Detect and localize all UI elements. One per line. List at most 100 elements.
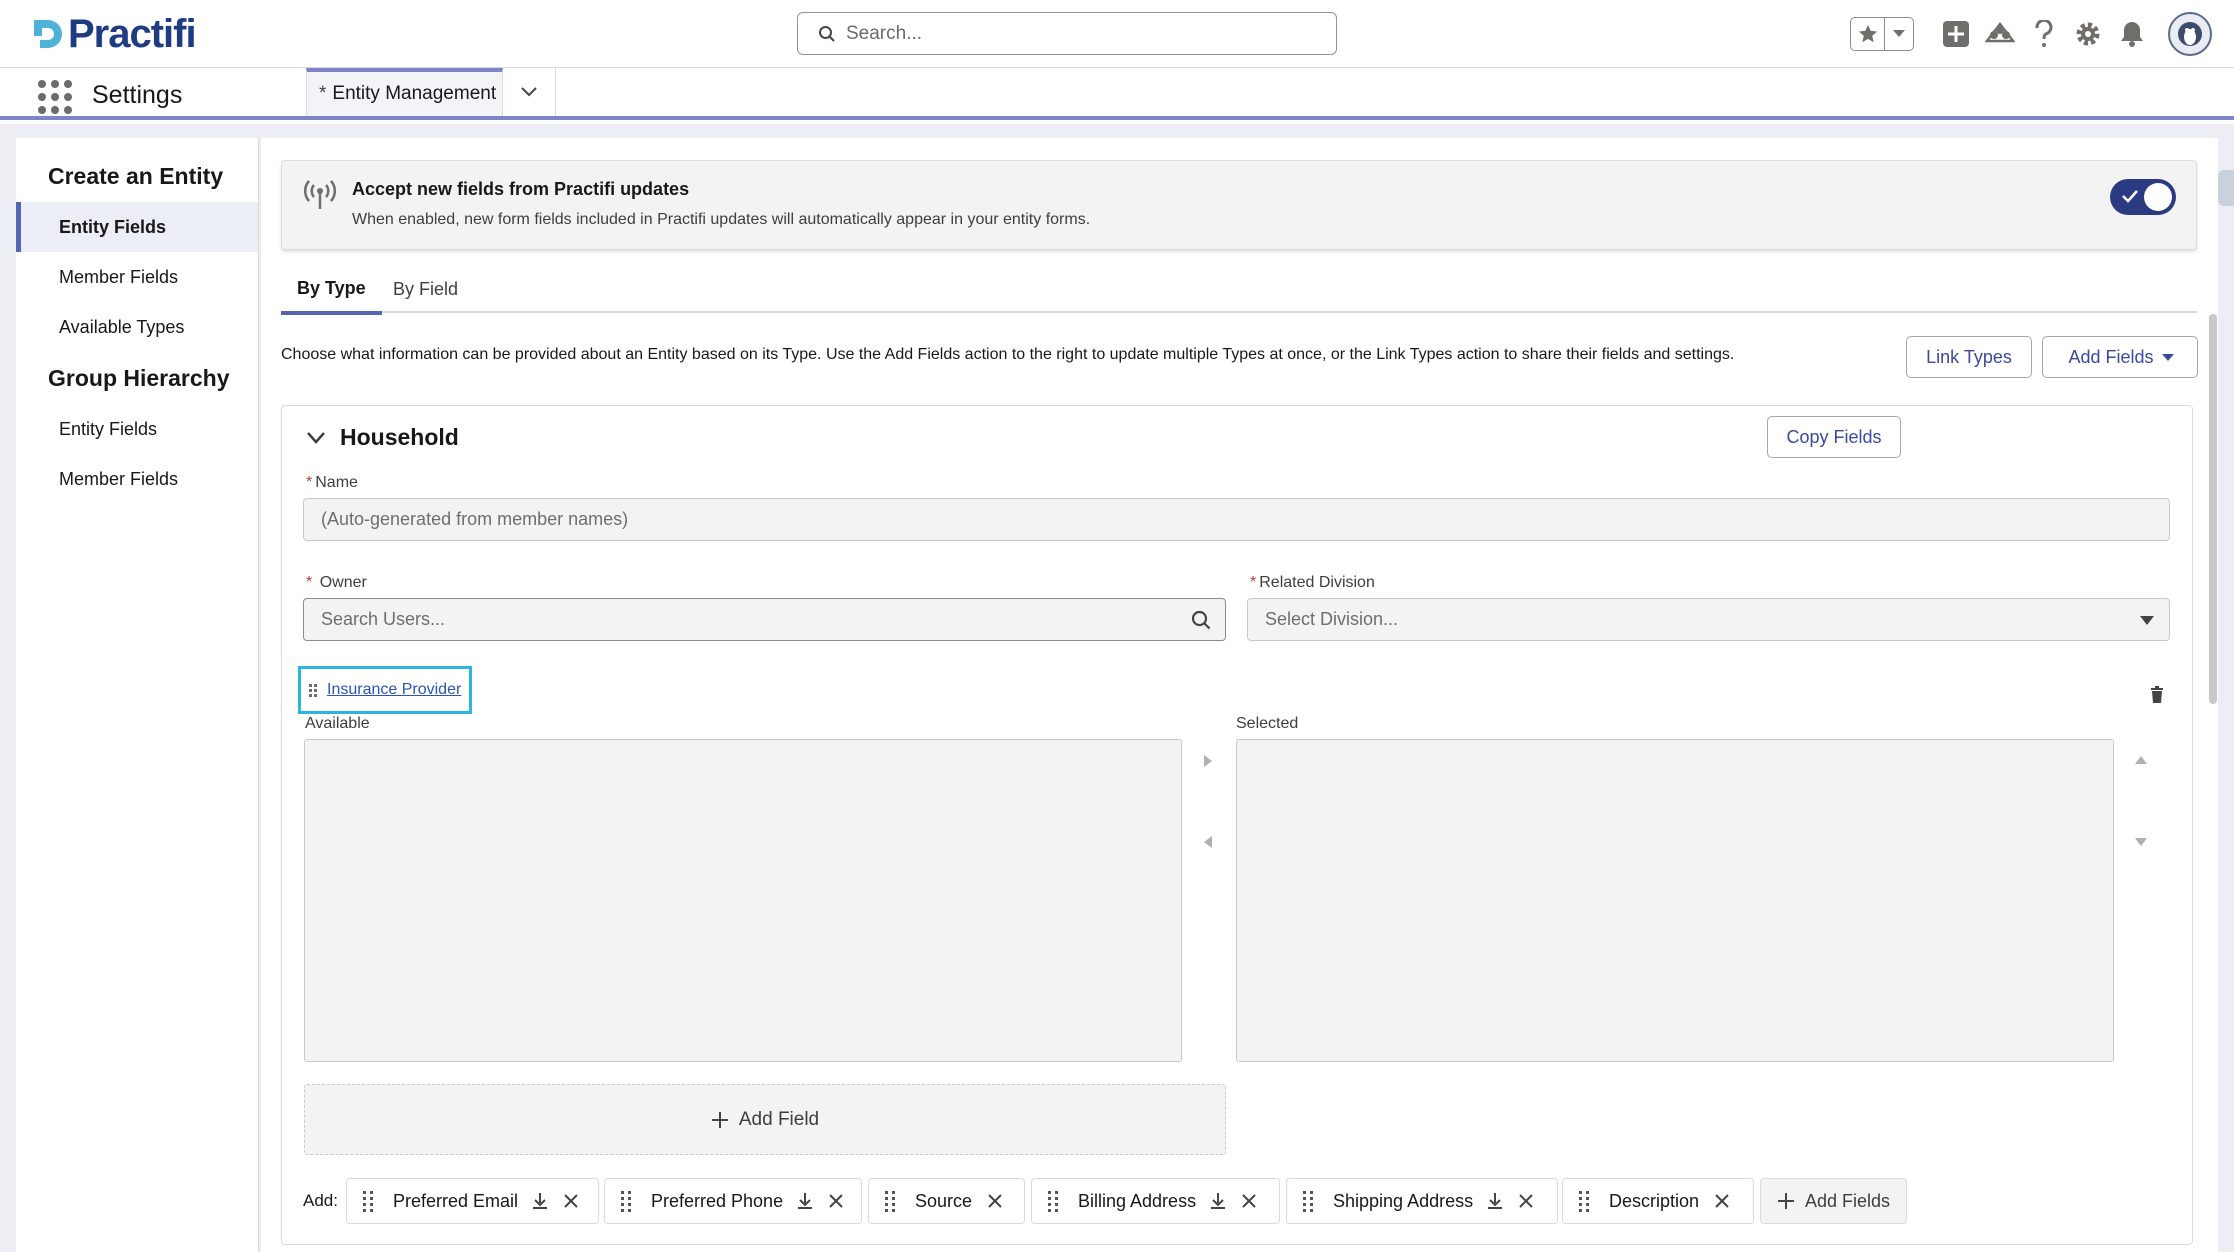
tab-by-field[interactable]: By Field <box>377 266 474 313</box>
chevron-down-icon <box>2140 616 2154 625</box>
bell-icon[interactable] <box>2116 18 2148 50</box>
help-icon[interactable] <box>2028 18 2060 50</box>
chip-preferred-phone[interactable]: Preferred Phone <box>604 1178 862 1224</box>
view-tabs: By Type By Field <box>281 266 2197 315</box>
add-field-label: Add Field <box>738 1108 820 1130</box>
chip-label: Add Fields <box>1805 1190 1891 1211</box>
search-icon <box>1191 610 1211 630</box>
download-icon[interactable] <box>532 1192 548 1210</box>
grip-icon[interactable] <box>309 683 319 697</box>
sidebar-item-available-types[interactable]: Available Types <box>16 302 258 352</box>
name-label: * Name <box>306 474 358 491</box>
global-header: Practifi <box>0 0 2234 68</box>
chip-label: Billing Address <box>1078 1190 1197 1211</box>
household-header[interactable]: Household <box>306 424 459 451</box>
chip-source[interactable]: Source <box>868 1178 1025 1224</box>
insurance-provider-field[interactable]: Insurance Provider <box>298 666 472 714</box>
chevron-down-icon <box>2162 354 2174 361</box>
side-panel-handle[interactable] <box>2218 170 2234 206</box>
insurance-provider-link[interactable]: Insurance Provider <box>327 681 461 699</box>
link-types-button[interactable]: Link Types <box>1906 336 2032 378</box>
available-label: Available <box>305 715 370 732</box>
move-up-icon[interactable] <box>2134 755 2148 765</box>
header-actions <box>1850 10 2212 58</box>
search-icon <box>819 25 835 42</box>
accept-updates-toggle[interactable] <box>2110 179 2176 215</box>
sidebar-section-group-hierarchy: Group Hierarchy <box>48 364 230 391</box>
selected-listbox[interactable] <box>1236 739 2114 1062</box>
banner-description: When enabled, new form fields included i… <box>352 211 1091 228</box>
grip-icon[interactable] <box>1048 1190 1058 1212</box>
add-fields-chip[interactable]: Add Fields <box>1760 1178 1907 1224</box>
close-icon[interactable] <box>988 1194 1002 1208</box>
move-down-icon[interactable] <box>2134 837 2148 847</box>
close-icon[interactable] <box>1519 1194 1533 1208</box>
name-placeholder: (Auto-generated from member names) <box>321 509 629 529</box>
chip-description[interactable]: Description <box>1562 1178 1754 1224</box>
copy-fields-button[interactable]: Copy Fields <box>1767 416 1901 458</box>
global-search[interactable] <box>797 12 1337 55</box>
plus-icon <box>711 1111 728 1128</box>
tab-entity-management[interactable]: * Entity Management <box>306 68 503 116</box>
owner-placeholder: Search Users... <box>321 609 446 629</box>
toggle-knob <box>2144 183 2172 211</box>
owner-lookup-field[interactable]: Search Users... <box>303 598 1226 641</box>
sidebar-item-entity-fields[interactable]: Entity Fields <box>16 202 258 252</box>
sidebar-section-create-entity: Create an Entity <box>48 162 224 189</box>
division-label: * Related Division <box>1250 574 1375 591</box>
scrollbar[interactable] <box>2209 314 2217 704</box>
plus-square-icon[interactable] <box>1940 18 1972 50</box>
download-icon[interactable] <box>1210 1192 1226 1210</box>
move-left-icon[interactable] <box>1203 835 1213 849</box>
chip-billing-address[interactable]: Billing Address <box>1031 1178 1280 1224</box>
chevron-down-icon[interactable] <box>306 431 326 445</box>
download-icon[interactable] <box>1487 1192 1503 1210</box>
chip-label: Description <box>1609 1190 1700 1211</box>
grip-icon[interactable] <box>621 1190 631 1212</box>
name-field[interactable]: (Auto-generated from member names) <box>303 498 2170 541</box>
grip-icon[interactable] <box>363 1190 373 1212</box>
close-icon[interactable] <box>564 1194 578 1208</box>
brand-name: Practifi <box>68 11 197 56</box>
chip-label: Source <box>915 1190 973 1211</box>
grip-icon[interactable] <box>1303 1190 1313 1212</box>
chip-label: Shipping Address <box>1333 1190 1474 1211</box>
favorites-button[interactable] <box>1850 17 1914 51</box>
tab-menu-button[interactable] <box>503 68 556 116</box>
star-icon[interactable] <box>1851 18 1885 50</box>
grip-icon[interactable] <box>1579 1190 1589 1212</box>
household-title: Household <box>340 424 459 450</box>
division-placeholder: Select Division... <box>1265 609 1399 629</box>
tab-by-type[interactable]: By Type <box>281 266 382 315</box>
division-select[interactable]: Select Division... <box>1247 598 2170 641</box>
grip-icon[interactable] <box>885 1190 895 1212</box>
trash-icon[interactable] <box>2150 686 2164 704</box>
selected-label: Selected <box>1236 715 1299 732</box>
sidebar-item-member-fields[interactable]: Member Fields <box>16 252 258 302</box>
antenna-icon <box>304 180 336 209</box>
app-name: Settings <box>92 81 183 109</box>
banner-title: Accept new fields from Practifi updates <box>352 179 690 199</box>
sidebar-item-group-member-fields[interactable]: Member Fields <box>16 454 258 504</box>
add-fields-label: Add Fields <box>2068 346 2154 367</box>
gear-icon[interactable] <box>2072 18 2104 50</box>
chip-preferred-email[interactable]: Preferred Email <box>346 1178 599 1224</box>
close-icon[interactable] <box>829 1194 843 1208</box>
avatar[interactable] <box>2168 12 2212 56</box>
chip-label: Preferred Email <box>393 1190 519 1211</box>
sidebar-item-group-entity-fields[interactable]: Entity Fields <box>16 404 258 454</box>
practifi-logo[interactable]: Practifi <box>30 11 197 56</box>
cloud-icon[interactable] <box>1984 18 2016 50</box>
add-field-button[interactable]: Add Field <box>304 1084 1226 1155</box>
add-fields-button[interactable]: Add Fields <box>2042 336 2198 378</box>
chip-shipping-address[interactable]: Shipping Address <box>1286 1178 1558 1224</box>
download-icon[interactable] <box>797 1192 813 1210</box>
close-icon[interactable] <box>1715 1194 1729 1208</box>
search-input[interactable] <box>846 22 1306 45</box>
close-icon[interactable] <box>1242 1194 1256 1208</box>
move-right-icon[interactable] <box>1203 754 1213 768</box>
chevron-down-icon[interactable] <box>1885 18 1913 50</box>
app-launcher-icon[interactable] <box>36 78 72 114</box>
app-nav-bar: Settings * Entity Management <box>0 68 2234 120</box>
available-listbox[interactable] <box>304 739 1182 1062</box>
